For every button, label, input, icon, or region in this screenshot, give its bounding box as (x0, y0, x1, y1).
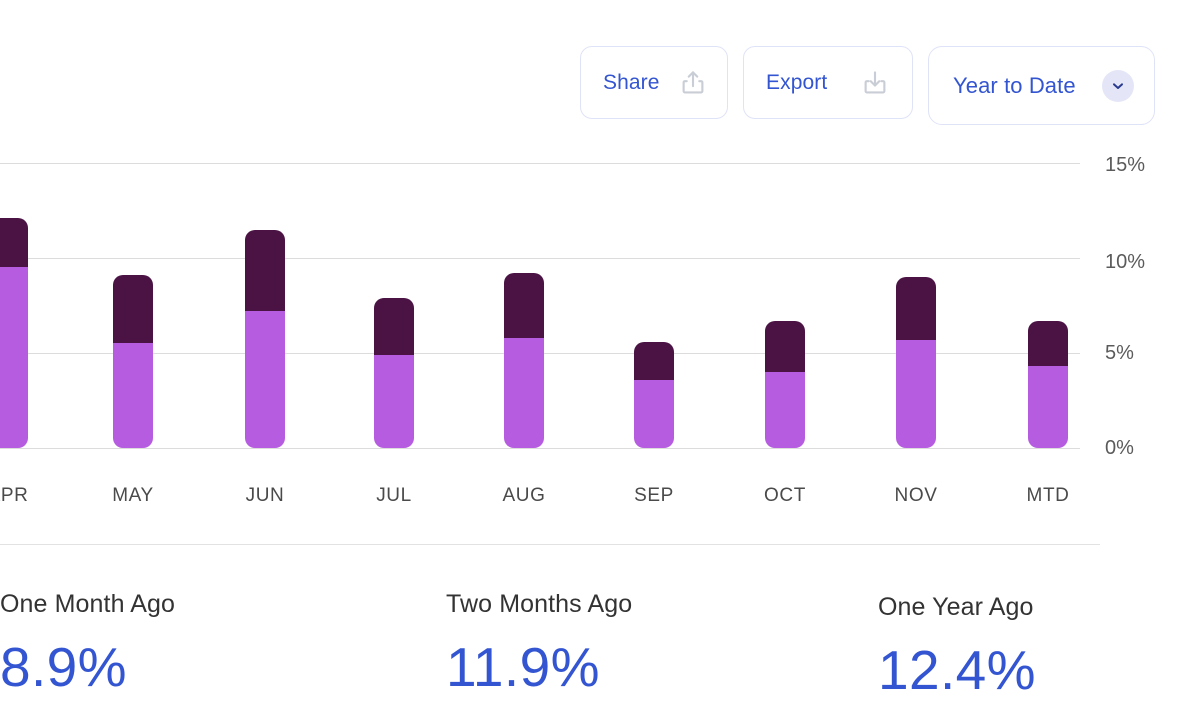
export-button[interactable]: Export (743, 46, 913, 119)
bar-segment-upper (113, 275, 153, 343)
bar-jul[interactable] (374, 298, 414, 448)
bar-sep[interactable] (634, 342, 674, 448)
bar-segment-upper (374, 298, 414, 355)
bar-may[interactable] (113, 275, 153, 448)
download-icon (860, 68, 890, 98)
bar-segment-upper (504, 273, 544, 338)
bar-segment-lower (113, 343, 153, 448)
stat-one-year-ago: One Year Ago 12.4% (878, 593, 1036, 702)
y-tick-label: 15% (1105, 154, 1165, 177)
x-tick-label: JUN (205, 485, 325, 507)
bar-segment-lower (245, 311, 285, 448)
export-button-label: Export (766, 71, 827, 95)
chart-bottom-divider (0, 544, 1100, 545)
chevron-down-icon[interactable] (1102, 70, 1134, 102)
gridline-15 (0, 163, 1080, 164)
stacked-bar-chart: 15% 10% 5% 0% APRMAYJUNJULAUGSEPOCTNOVMT… (0, 140, 1100, 540)
stat-value: 12.4% (878, 638, 1036, 702)
bar-segment-upper (1028, 321, 1068, 367)
date-range-dropdown[interactable]: Year to Date (928, 46, 1155, 125)
bar-segment-lower (0, 267, 28, 448)
bar-segment-upper (896, 277, 936, 340)
bar-segment-upper (765, 321, 805, 372)
share-button[interactable]: Share (580, 46, 728, 119)
bar-apr[interactable] (0, 218, 28, 448)
x-tick-label: OCT (725, 485, 845, 507)
stat-value: 11.9% (446, 635, 632, 699)
bar-segment-lower (765, 372, 805, 448)
bar-segment-lower (1028, 366, 1068, 448)
share-button-label: Share (603, 71, 660, 95)
x-tick-label: SEP (594, 485, 714, 507)
gridline-10 (0, 258, 1080, 259)
stat-label: One Year Ago (878, 593, 1036, 622)
stat-label: One Month Ago (0, 590, 175, 619)
x-tick-label: MAY (73, 485, 193, 507)
chart-plot-area (0, 140, 1080, 450)
bar-segment-upper (634, 342, 674, 380)
x-axis-labels: APRMAYJUNJULAUGSEPOCTNOVMTD (0, 485, 1100, 525)
bar-mtd[interactable] (1028, 321, 1068, 448)
y-tick-label: 5% (1105, 342, 1165, 365)
gridline-0 (0, 448, 1080, 449)
bar-segment-upper (0, 218, 28, 267)
share-upload-icon (678, 68, 708, 98)
bar-segment-lower (634, 380, 674, 448)
stat-value: 8.9% (0, 635, 175, 699)
stat-label: Two Months Ago (446, 590, 632, 619)
x-tick-label: MTD (988, 485, 1108, 507)
chart-toolbar: Share Export Year to Date (580, 46, 1155, 125)
bar-segment-upper (245, 230, 285, 312)
date-range-label: Year to Date (953, 73, 1076, 99)
bar-segment-lower (374, 355, 414, 448)
x-tick-label: NOV (856, 485, 976, 507)
stat-two-months-ago: Two Months Ago 11.9% (446, 590, 632, 699)
analytics-dashboard: Share Export Year to Date (0, 0, 1200, 720)
summary-stats: One Month Ago 8.9% Two Months Ago 11.9% … (0, 590, 1200, 720)
x-tick-label: AUG (464, 485, 584, 507)
y-tick-label: 0% (1105, 437, 1165, 460)
x-tick-label: JUL (334, 485, 454, 507)
stat-one-month-ago: One Month Ago 8.9% (0, 590, 175, 699)
bar-aug[interactable] (504, 273, 544, 448)
bar-jun[interactable] (245, 230, 285, 449)
y-axis-labels: 15% 10% 5% 0% (1105, 140, 1185, 480)
bar-nov[interactable] (896, 277, 936, 448)
bar-oct[interactable] (765, 321, 805, 448)
bar-segment-lower (504, 338, 544, 448)
x-tick-label: APR (0, 485, 68, 507)
bar-segment-lower (896, 340, 936, 448)
y-tick-label: 10% (1105, 251, 1165, 274)
